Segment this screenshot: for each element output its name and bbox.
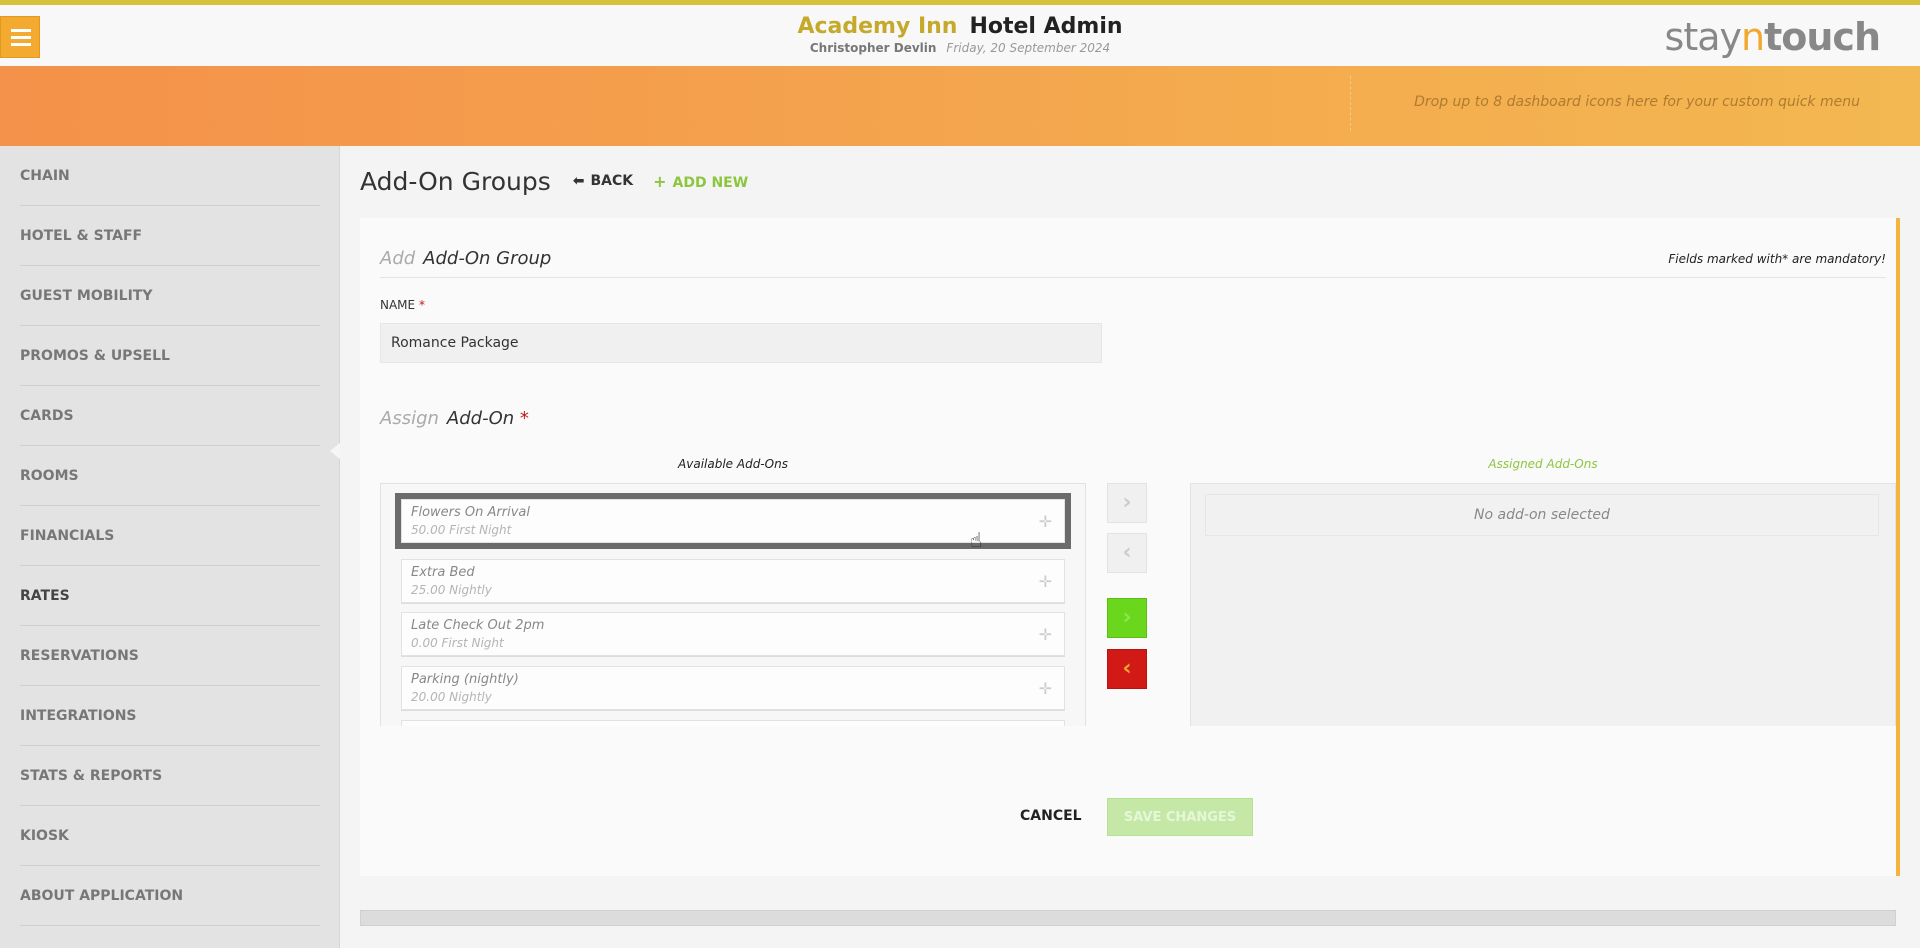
page-title: Add-On Groups [360, 166, 551, 196]
chevron-left-icon: ‹ [1122, 656, 1132, 681]
assigned-addons-list[interactable]: No add-on selected [1190, 483, 1896, 726]
sidebar-item-about-application[interactable]: ABOUT APPLICATION [20, 866, 320, 926]
drag-handle-icon[interactable]: ✛ [1039, 625, 1052, 644]
move-selected-right-button[interactable]: › [1107, 483, 1147, 523]
horizontal-scrollbar[interactable] [360, 910, 1896, 926]
move-selected-left-button[interactable]: ‹ [1107, 533, 1147, 573]
plus-icon: + [653, 171, 667, 191]
hand-cursor-icon: ☝ [970, 528, 983, 552]
move-all-right-button[interactable]: › [1107, 598, 1147, 638]
list-item[interactable]: Late Check Out 2pm 0.00 First Night ✛ [401, 612, 1065, 656]
name-input[interactable] [380, 323, 1102, 363]
chevron-right-icon: › [1122, 490, 1132, 515]
list-item[interactable]: Parking (nightly) 20.00 Nightly ✛ [401, 666, 1065, 710]
sidebar-item-rooms[interactable]: ROOMS [20, 446, 320, 506]
list-item[interactable]: Extra Bed 25.00 Nightly ✛ [401, 559, 1065, 603]
move-all-left-button[interactable]: ‹ [1107, 649, 1147, 689]
list-item[interactable] [401, 720, 1065, 726]
chevron-left-icon: ‹ [1122, 540, 1132, 565]
sidebar-item-chain[interactable]: CHAIN [20, 146, 320, 206]
sidebar-item-kiosk[interactable]: KIOSK [20, 806, 320, 866]
empty-assigned-placeholder: No add-on selected [1205, 494, 1879, 536]
stayntouch-logo: stayntouch [1664, 15, 1881, 59]
quick-menu-dropzone[interactable]: Drop up to 8 dashboard icons here for yo… [1350, 76, 1900, 131]
add-on-group-form: Add Add-On Group Fields marked with* are … [360, 218, 1900, 876]
hotel-name: Academy Inn [797, 14, 958, 39]
cancel-button[interactable]: CANCEL [1020, 808, 1082, 824]
save-changes-button[interactable]: SAVE CHANGES [1107, 798, 1253, 836]
sidebar-item-reservations[interactable]: RESERVATIONS [20, 626, 320, 686]
arrow-left-icon: ⬅ [572, 173, 585, 189]
current-date: Friday, 20 September 2024 [946, 41, 1111, 55]
app-name: Hotel Admin [969, 14, 1123, 39]
user-name: Christopher Devlin [809, 41, 937, 55]
available-addons-list[interactable]: Flowers On Arrival 50.00 First Night ✛ ☝… [380, 483, 1086, 726]
sidebar-item-hotel-staff[interactable]: HOTEL & STAFF [20, 206, 320, 266]
header-title: Academy Inn Hotel Admin Christopher Devli… [760, 14, 1160, 55]
name-label: NAME * [380, 298, 425, 312]
sidebar-item-cards[interactable]: CARDS [20, 386, 320, 446]
sidebar-item-stats-reports[interactable]: STATS & REPORTS [20, 746, 320, 806]
chevron-right-icon: › [1122, 605, 1132, 630]
sidebar-item-integrations[interactable]: INTEGRATIONS [20, 686, 320, 746]
sidebar: CHAIN HOTEL & STAFF GUEST MOBILITY PROMO… [0, 146, 340, 948]
main-content: Add-On Groups ⬅ BACK + ADD NEW Add Add-On G… [340, 146, 1920, 948]
sidebar-item-financials[interactable]: FINANCIALS [20, 506, 320, 566]
form-title: Add Add-On Group [380, 248, 552, 269]
assign-title: Assign Add-On * [380, 408, 529, 429]
drag-handle-icon[interactable]: ✛ [1039, 512, 1052, 531]
sidebar-item-guest-mobility[interactable]: GUEST MOBILITY [20, 266, 320, 326]
hamburger-menu-button[interactable] [0, 16, 40, 58]
drag-handle-icon[interactable]: ✛ [1039, 572, 1052, 591]
dashboard-band: Drop up to 8 dashboard icons here for yo… [0, 66, 1920, 146]
add-new-button[interactable]: + ADD NEW [653, 172, 748, 191]
sidebar-item-promos-upsell[interactable]: PROMOS & UPSELL [20, 326, 320, 386]
sidebar-item-rates[interactable]: RATES [20, 566, 320, 626]
available-addons-label: Available Add-Ons [678, 457, 788, 471]
list-item[interactable]: Flowers On Arrival 50.00 First Night ✛ ☝ [395, 493, 1071, 552]
hamburger-icon [11, 29, 31, 32]
drag-handle-icon[interactable]: ✛ [1039, 679, 1052, 698]
top-header: Academy Inn Hotel Admin Christopher Devli… [0, 0, 1920, 66]
mandatory-note: Fields marked with* are mandatory! [1668, 252, 1886, 266]
back-button[interactable]: ⬅ BACK [573, 173, 633, 189]
assigned-addons-label: Assigned Add-Ons [1488, 457, 1598, 471]
page-header: Add-On Groups ⬅ BACK + ADD NEW [360, 161, 748, 201]
form-header: Add Add-On Group Fields marked with* are … [380, 248, 1886, 278]
